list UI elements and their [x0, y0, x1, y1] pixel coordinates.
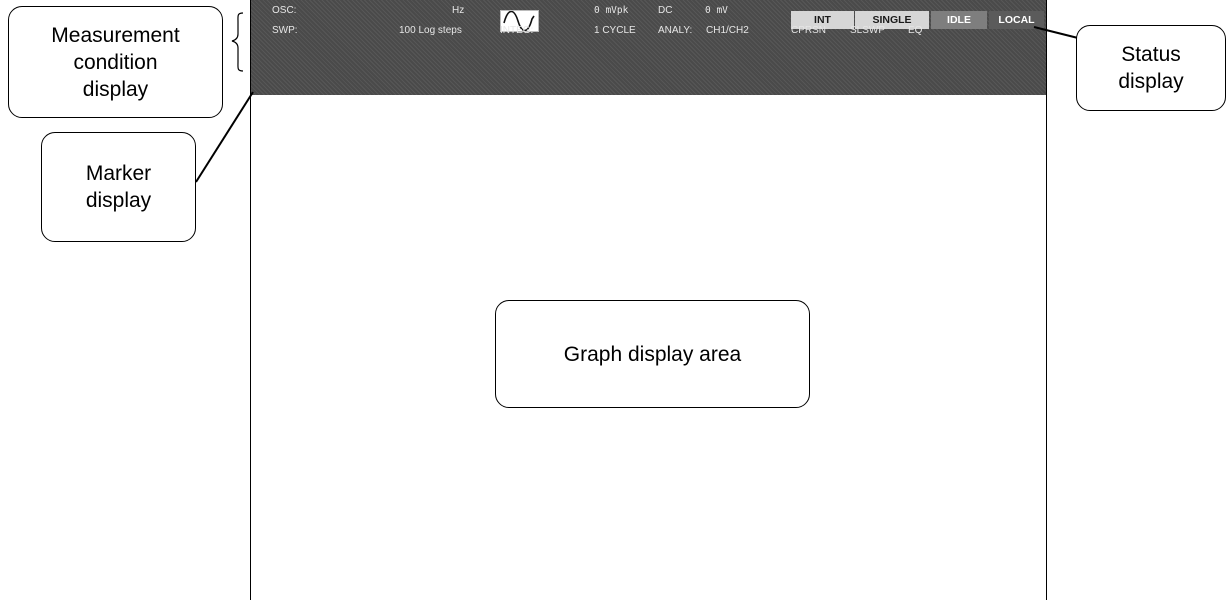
graph-area-callout: Graph display area	[495, 300, 810, 408]
measurement-condition-callout: Measurement condition display	[8, 6, 223, 118]
marker-callout: Marker display	[41, 132, 196, 242]
status-callout: Status display	[1076, 25, 1226, 111]
